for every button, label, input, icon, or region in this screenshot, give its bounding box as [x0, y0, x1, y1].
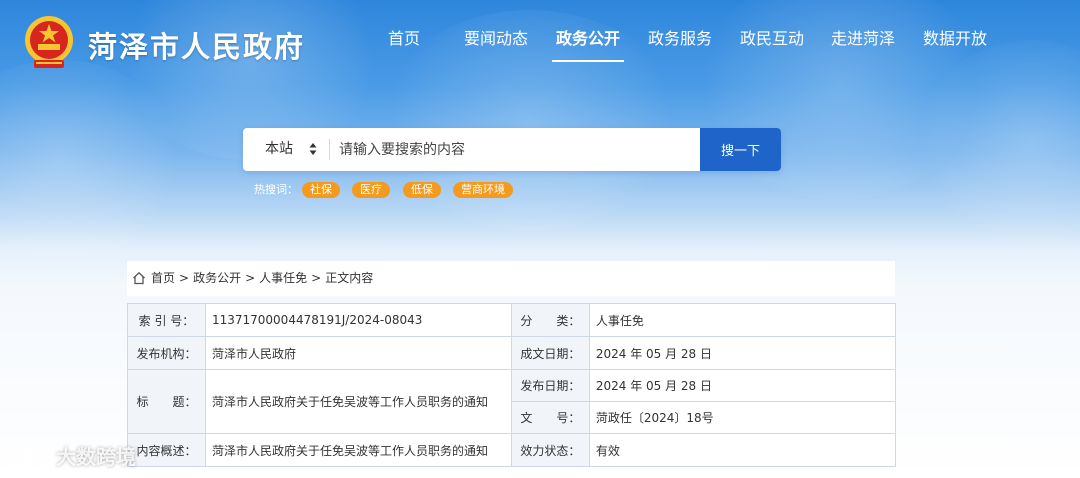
hot-search-label: 热搜词：	[254, 183, 298, 196]
published-date-value: 2024 年 05 月 28 日	[588, 369, 897, 402]
site-header: 菏泽市人民政府 首页 要闻动态 政务公开 政务服务 政民互动 走进菏泽 数据开放	[0, 0, 1080, 80]
title-label: 标 题：	[127, 369, 206, 434]
breadcrumb-current: 正文内容	[325, 271, 374, 285]
nav-interaction[interactable]: 政民互动	[740, 28, 804, 62]
hot-tag-subsistence[interactable]: 低保	[403, 182, 441, 198]
created-date-label: 成文日期：	[510, 336, 590, 370]
published-date-label: 发布日期：	[510, 369, 590, 402]
nav-open-data[interactable]: 数据开放	[923, 28, 987, 62]
publisher-label: 发布机构：	[127, 336, 206, 370]
hot-tag-business-env[interactable]: 营商环境	[453, 182, 513, 198]
table-row: 标 题： 菏泽市人民政府关于任免吴波等工作人员职务的通知 发布日期： 2024 …	[127, 369, 897, 434]
watermark-text: 大数跨境	[56, 445, 136, 469]
search-bar: 本站 搜一下	[243, 128, 781, 171]
breadcrumb-trail: 首页 > 政务公开 > 人事任免 > 正文内容	[151, 261, 373, 296]
breadcrumb-separator: >	[311, 271, 322, 285]
breadcrumb-personnel[interactable]: 人事任免	[259, 271, 307, 285]
hot-tag-social-security[interactable]: 社保	[302, 182, 340, 198]
status-label: 效力状态：	[510, 433, 590, 467]
created-date-value: 2024 年 05 月 28 日	[588, 336, 897, 370]
breadcrumb-gov-affairs[interactable]: 政务公开	[193, 271, 241, 285]
breadcrumb-separator: >	[245, 271, 256, 285]
search-button[interactable]: 搜一下	[700, 128, 781, 171]
search-scope-label: 本站	[265, 141, 293, 157]
site-title[interactable]: 菏泽市人民政府	[88, 24, 305, 66]
breadcrumb-home[interactable]: 首页	[151, 271, 175, 285]
table-row: 发布机构： 菏泽市人民政府 成文日期： 2024 年 05 月 28 日	[127, 336, 897, 370]
doc-number-value: 菏政任〔2024〕18号	[588, 401, 897, 434]
document-info-table: 索 引 号： 11371700004478191J/2024-08043 分 类…	[127, 303, 897, 467]
breadcrumb-separator: >	[179, 271, 190, 285]
search-divider	[329, 139, 330, 160]
table-row: 内容概述： 菏泽市人民政府关于任免吴波等工作人员职务的通知 效力状态： 有效	[127, 433, 897, 467]
nav-home[interactable]: 首页	[388, 28, 420, 62]
category-value: 人事任免	[588, 303, 897, 337]
index-number-label: 索 引 号：	[127, 303, 206, 337]
national-emblem-icon	[22, 14, 76, 72]
search-scope-select[interactable]: 本站	[243, 128, 329, 171]
nav-news[interactable]: 要闻动态	[464, 28, 528, 62]
summary-value: 菏泽市人民政府关于任免吴波等工作人员职务的通知	[204, 433, 512, 467]
nav-about-heze[interactable]: 走进菏泽	[831, 28, 895, 62]
status-value: 有效	[588, 433, 897, 467]
summary-label: 内容概述：	[127, 433, 206, 467]
home-icon	[133, 271, 145, 285]
search-input[interactable]	[339, 128, 699, 171]
nav-gov-affairs[interactable]: 政务公开	[551, 28, 625, 62]
publisher-value: 菏泽市人民政府	[204, 336, 512, 370]
breadcrumb: 首页 > 政务公开 > 人事任免 > 正文内容	[127, 261, 895, 296]
table-row: 索 引 号： 11371700004478191J/2024-08043 分 类…	[127, 303, 897, 337]
doc-number-label: 文 号：	[510, 401, 590, 434]
hot-tag-medical[interactable]: 医疗	[352, 182, 390, 198]
title-value: 菏泽市人民政府关于任免吴波等工作人员职务的通知	[204, 369, 512, 434]
sort-arrows-icon	[309, 143, 317, 155]
category-label: 分 类：	[510, 303, 590, 337]
nav-gov-services[interactable]: 政务服务	[648, 28, 712, 62]
wechat-logo-icon	[10, 447, 47, 469]
index-number-value: 11371700004478191J/2024-08043	[204, 303, 512, 337]
